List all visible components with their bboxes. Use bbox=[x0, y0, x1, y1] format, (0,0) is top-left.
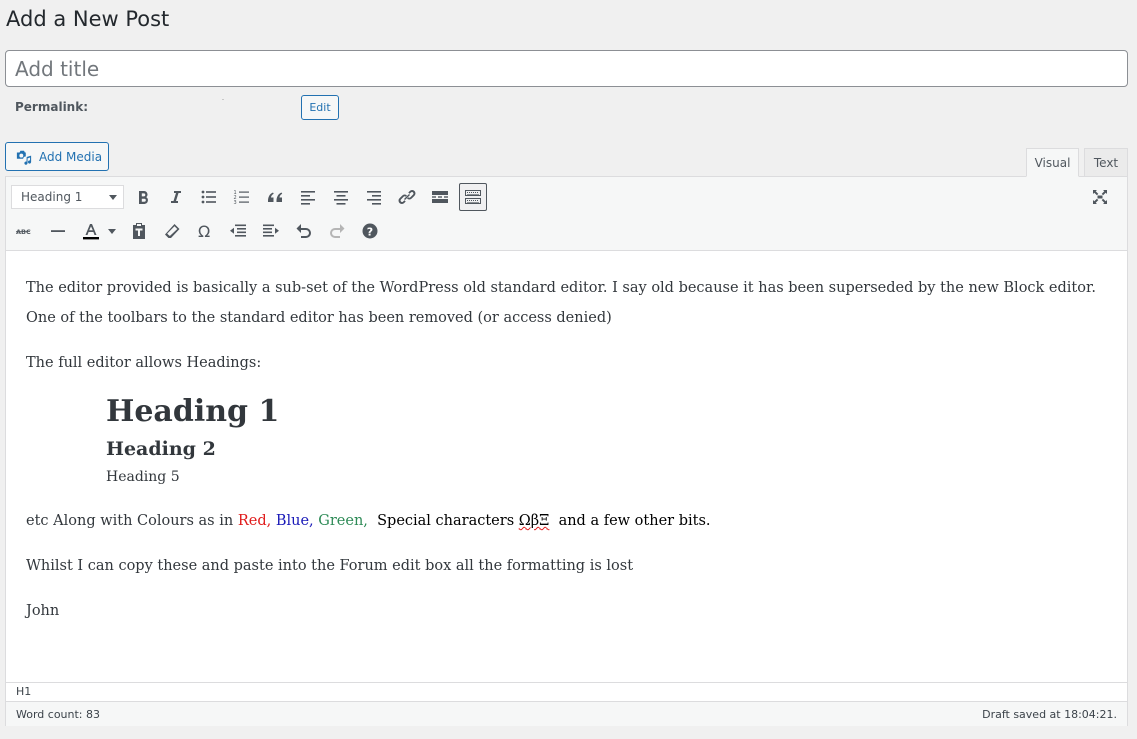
heading-2: Heading 2 bbox=[106, 438, 216, 460]
element-path[interactable]: H1 bbox=[16, 685, 31, 698]
paragraph-colours: etc Along with Colours as in Red, Blue, … bbox=[26, 506, 1116, 536]
editor-toolbar: Heading 1 123 ABC Ω ? bbox=[6, 177, 1127, 251]
draft-status: Draft saved at 18:04:21. bbox=[982, 707, 1117, 721]
status-bar: Word count: 83 Draft saved at 18:04:21. bbox=[6, 701, 1127, 726]
permalink-url bbox=[222, 99, 224, 100]
horizontal-line-icon bbox=[51, 230, 65, 232]
paragraph: John bbox=[26, 603, 60, 619]
permalink-edit-button[interactable]: Edit bbox=[301, 95, 339, 120]
link-icon bbox=[398, 190, 416, 204]
indent-icon bbox=[263, 224, 279, 237]
help-icon: ? bbox=[362, 223, 378, 239]
paragraph: The full editor allows Headings: bbox=[26, 355, 262, 371]
tab-visual[interactable]: Visual bbox=[1026, 148, 1079, 177]
format-select[interactable]: Heading 1 bbox=[11, 185, 124, 209]
green-text: Green, bbox=[318, 513, 368, 529]
toolbar-toggle-button[interactable] bbox=[459, 183, 487, 211]
redo-icon bbox=[330, 224, 345, 238]
increase-indent-button[interactable] bbox=[257, 217, 285, 245]
toolbar-row-2: ABC Ω ? bbox=[11, 217, 389, 245]
italic-button[interactable] bbox=[162, 183, 190, 211]
read-more-icon bbox=[432, 191, 448, 203]
keyboard-icon bbox=[465, 190, 481, 204]
format-select-value: Heading 1 bbox=[21, 190, 83, 204]
align-right-button[interactable] bbox=[360, 183, 388, 211]
element-path-bar: H1 bbox=[6, 682, 1127, 700]
align-left-button[interactable] bbox=[294, 183, 322, 211]
permalink-label: Permalink: bbox=[15, 100, 89, 114]
caret-down-icon bbox=[108, 229, 116, 234]
text-color-icon bbox=[83, 224, 99, 240]
paragraph: The editor provided is basically a sub-s… bbox=[26, 280, 1096, 326]
decrease-indent-button[interactable] bbox=[224, 217, 252, 245]
horizontal-line-button[interactable] bbox=[44, 217, 72, 245]
text-segment: and a few other bits. bbox=[553, 513, 711, 529]
fullscreen-button[interactable] bbox=[1086, 183, 1114, 211]
chevron-down-icon bbox=[109, 194, 117, 200]
undo-icon bbox=[296, 224, 311, 238]
align-center-icon bbox=[334, 191, 348, 205]
read-more-button[interactable] bbox=[426, 183, 454, 211]
toolbar-row-1: Heading 1 123 bbox=[11, 183, 492, 211]
numbered-list-icon: 123 bbox=[234, 190, 249, 206]
add-media-label: Add Media bbox=[39, 149, 103, 164]
numbered-list-button[interactable]: 123 bbox=[228, 183, 256, 211]
add-media-button[interactable]: Add Media bbox=[5, 142, 109, 171]
paste-text-icon bbox=[133, 223, 145, 239]
text-segment: Special characters bbox=[377, 513, 519, 529]
insert-link-button[interactable] bbox=[393, 183, 421, 211]
blockquote-icon bbox=[268, 192, 283, 202]
eraser-icon bbox=[165, 224, 180, 238]
strikethrough-icon: ABC bbox=[16, 228, 31, 236]
fullscreen-icon bbox=[1093, 190, 1107, 204]
blue-text: Blue, bbox=[275, 513, 314, 529]
keyboard-shortcuts-button[interactable]: ? bbox=[356, 217, 384, 245]
special-characters: ΩβΞ bbox=[518, 513, 550, 529]
strikethrough-button[interactable]: ABC bbox=[11, 217, 39, 245]
editor: Heading 1 123 ABC Ω ? The editor provide… bbox=[5, 176, 1128, 726]
text-segment: etc Along with Colours as in bbox=[26, 513, 238, 529]
svg-text:?: ? bbox=[367, 225, 373, 238]
blockquote-button[interactable] bbox=[261, 183, 289, 211]
editor-content[interactable]: The editor provided is basically a sub-s… bbox=[26, 273, 1116, 641]
heading-5: Heading 5 bbox=[106, 469, 180, 485]
headings-block: Heading 1 Heading 2 Heading 5 bbox=[26, 393, 1116, 490]
svg-text:3: 3 bbox=[234, 200, 237, 206]
tab-text[interactable]: Text bbox=[1084, 148, 1128, 177]
align-center-button[interactable] bbox=[327, 183, 355, 211]
add-media-icon bbox=[16, 150, 32, 165]
text-color-dropdown[interactable] bbox=[105, 217, 119, 245]
bold-icon bbox=[139, 191, 148, 204]
align-left-icon bbox=[301, 191, 315, 205]
outdent-icon bbox=[230, 224, 246, 237]
omega-icon: Ω bbox=[198, 222, 210, 241]
italic-icon bbox=[171, 191, 181, 203]
red-text: Red, bbox=[237, 513, 272, 529]
bulleted-list-button[interactable] bbox=[195, 183, 223, 211]
heading-1: Heading 1 bbox=[106, 394, 280, 429]
word-count: Word count: 83 bbox=[16, 707, 101, 721]
svg-text:Ω: Ω bbox=[198, 222, 210, 241]
special-character-button[interactable]: Ω bbox=[191, 217, 219, 245]
redo-button[interactable] bbox=[323, 217, 351, 245]
align-right-icon bbox=[367, 191, 381, 205]
bulleted-list-icon bbox=[201, 190, 216, 204]
post-title-input[interactable] bbox=[5, 50, 1128, 87]
undo-button[interactable] bbox=[290, 217, 318, 245]
text-color-button[interactable] bbox=[77, 217, 105, 245]
bold-button[interactable] bbox=[129, 183, 157, 211]
paste-as-text-button[interactable] bbox=[125, 217, 153, 245]
page-title: Add a New Post bbox=[6, 7, 170, 31]
paragraph: Whilst I can copy these and paste into t… bbox=[26, 558, 634, 574]
clear-formatting-button[interactable] bbox=[158, 217, 186, 245]
